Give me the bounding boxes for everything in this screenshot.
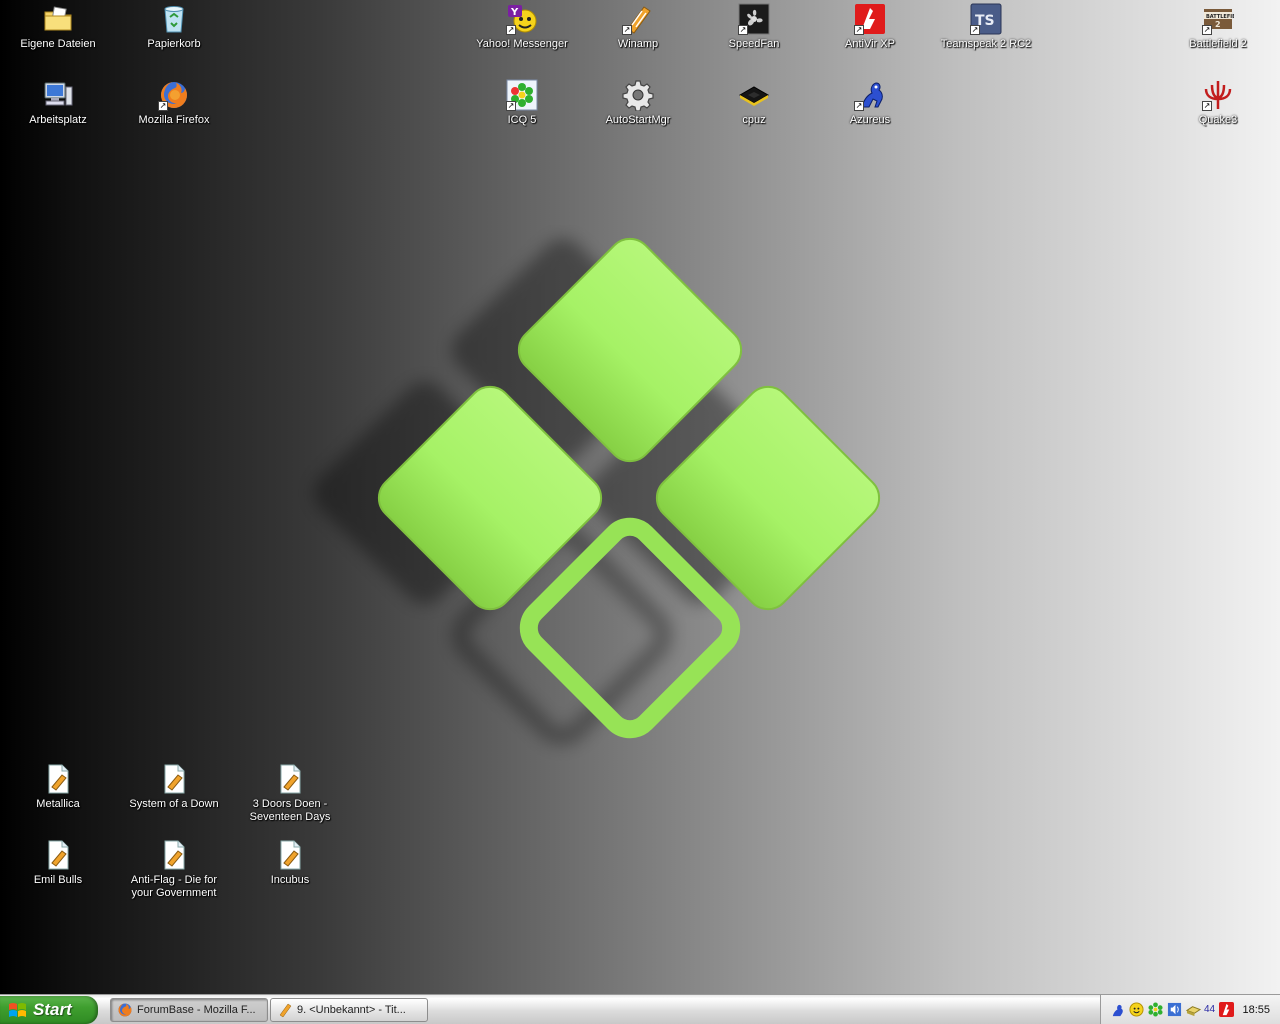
desktop-icon-label: Mozilla Firefox bbox=[138, 114, 210, 126]
shortcut-arrow-icon: ↗ bbox=[970, 25, 980, 35]
desktop-icon-label: Eigene Dateien bbox=[20, 38, 96, 50]
desktop-icon-label: cpuz bbox=[742, 114, 766, 126]
desktop-icon-arbeitsplatz[interactable]: Arbeitsplatz bbox=[8, 78, 108, 127]
taskbar-button-label: ForumBase - Mozilla F... bbox=[137, 1004, 256, 1016]
desktop-icon-label: Arbeitsplatz bbox=[29, 114, 87, 126]
desktop-icon-winamp[interactable]: ↗ Winamp bbox=[588, 2, 688, 51]
wallpaper-windows-logo bbox=[313, 237, 881, 746]
shortcut-arrow-icon: ↗ bbox=[506, 25, 516, 35]
icq-tray-icon[interactable] bbox=[1147, 1002, 1163, 1018]
shortcut-arrow-icon: ↗ bbox=[622, 25, 632, 35]
battlefield-icon: BATTLEFIELD2 ↗ bbox=[1201, 2, 1235, 36]
desktop-icon-mozilla-firefox[interactable]: ↗ Mozilla Firefox bbox=[124, 78, 224, 127]
taskbar: Start ForumBase - Mozilla F... 9. <Unbek… bbox=[0, 994, 1280, 1024]
playlist-file-icon bbox=[157, 838, 191, 872]
desktop-icon-system-of-a-down[interactable]: System of a Down bbox=[124, 762, 224, 811]
taskbar-button-firefox[interactable]: ForumBase - Mozilla F... bbox=[110, 998, 268, 1022]
desktop-icon-battlefield-2[interactable]: BATTLEFIELD2 ↗ Battlefield 2 bbox=[1168, 2, 1268, 51]
folder-documents-icon bbox=[41, 2, 75, 36]
desktop-icon-label: Azureus bbox=[849, 114, 891, 126]
desktop-icon-label: Battlefield 2 bbox=[1189, 38, 1247, 50]
desktop-icon-anti-flag[interactable]: Anti-Flag - Die for your Government bbox=[124, 838, 224, 900]
desktop-icon-label: AntiVir XP bbox=[845, 38, 895, 50]
shortcut-arrow-icon: ↗ bbox=[1202, 25, 1212, 35]
desktop-icon-label: Winamp bbox=[617, 38, 659, 50]
desktop-icon-quake3[interactable]: ↗ Quake3 bbox=[1168, 78, 1268, 127]
shortcut-arrow-icon: ↗ bbox=[738, 25, 748, 35]
desktop-icon-azureus[interactable]: ↗ Azureus bbox=[820, 78, 920, 127]
start-label: Start bbox=[33, 1000, 72, 1019]
winamp-icon bbox=[279, 1003, 292, 1018]
taskbar-button-winamp[interactable]: 9. <Unbekannt> - Tit... bbox=[270, 998, 428, 1022]
desktop-icon-incubus[interactable]: Incubus bbox=[240, 838, 340, 887]
desktop-icon-label: AutoStartMgr bbox=[605, 114, 671, 126]
desktop-icon-papierkorb[interactable]: Papierkorb bbox=[124, 2, 224, 51]
playlist-file-icon bbox=[41, 838, 75, 872]
desktop-icon-yahoo-messenger[interactable]: Y ↗ Yahoo! Messenger bbox=[472, 2, 572, 51]
quake-icon: ↗ bbox=[1201, 78, 1235, 112]
clock[interactable]: 18:55 bbox=[1242, 1004, 1280, 1016]
desktop-icon-antivir-xp[interactable]: ↗ AntiVir XP bbox=[820, 2, 920, 51]
playlist-file-icon bbox=[41, 762, 75, 796]
volume-icon[interactable] bbox=[1166, 1002, 1182, 1018]
firefox-icon bbox=[118, 1003, 132, 1017]
antivir-icon: ↗ bbox=[853, 2, 887, 36]
shortcut-arrow-icon: ↗ bbox=[854, 101, 864, 111]
yahoo-messenger-icon: Y ↗ bbox=[505, 2, 539, 36]
gear-icon bbox=[621, 78, 655, 112]
desktop-icon-label: Papierkorb bbox=[147, 38, 201, 50]
network-icon[interactable] bbox=[1185, 1002, 1201, 1018]
start-button[interactable]: Start bbox=[0, 996, 98, 1024]
desktop: Eigene Dateien Papierkorb Arbeitsplatz ↗… bbox=[0, 0, 1280, 994]
svg-text:Y: Y bbox=[510, 7, 519, 18]
winamp-icon: ↗ bbox=[621, 2, 655, 36]
system-tray: 44 18:55 bbox=[1100, 995, 1280, 1024]
playlist-file-icon bbox=[273, 762, 307, 796]
taskbar-button-label: 9. <Unbekannt> - Tit... bbox=[297, 1004, 406, 1016]
icq-icon: ↗ bbox=[505, 78, 539, 112]
desktop-icon-icq[interactable]: ↗ ICQ 5 bbox=[472, 78, 572, 127]
desktop-icon-emil-bulls[interactable]: Emil Bulls bbox=[8, 838, 108, 887]
desktop-icon-label: Quake3 bbox=[1198, 114, 1238, 126]
yahoo-tray-icon[interactable] bbox=[1128, 1002, 1144, 1018]
desktop-icon-cpuz[interactable]: cpuz bbox=[704, 78, 804, 127]
desktop-icon-eigene-dateien[interactable]: Eigene Dateien bbox=[8, 2, 108, 51]
shortcut-arrow-icon: ↗ bbox=[158, 101, 168, 111]
desktop-icon-metallica[interactable]: Metallica bbox=[8, 762, 108, 811]
desktop-icon-label: Teamspeak 2 RC2 bbox=[940, 38, 1032, 50]
windows-flag-icon bbox=[9, 1003, 26, 1017]
desktop-icon-label: Yahoo! Messenger bbox=[476, 38, 568, 50]
speedfan-icon: ↗ bbox=[737, 2, 771, 36]
svg-text:2: 2 bbox=[1215, 20, 1221, 29]
chip-icon bbox=[737, 78, 771, 112]
desktop-icon-3-doors-doen[interactable]: 3 Doors Doen - Seventeen Days bbox=[240, 762, 340, 824]
desktop-icon-autostartmgr[interactable]: AutoStartMgr bbox=[588, 78, 688, 127]
desktop-icon-label: System of a Down bbox=[129, 798, 219, 810]
recycle-bin-icon bbox=[157, 2, 191, 36]
desktop-icon-label: Anti-Flag - Die for your Government bbox=[130, 874, 218, 899]
azureus-tray-icon[interactable] bbox=[1109, 1002, 1125, 1018]
firefox-icon: ↗ bbox=[157, 78, 191, 112]
teamspeak-icon: TS ↗ bbox=[969, 2, 1003, 36]
tray-badge: 44 bbox=[1204, 1004, 1216, 1015]
desktop-icon-speedfan[interactable]: ↗ SpeedFan bbox=[704, 2, 804, 51]
desktop-icon-label: ICQ 5 bbox=[507, 114, 537, 126]
my-computer-icon bbox=[41, 78, 75, 112]
desktop-icon-label: Emil Bulls bbox=[33, 874, 83, 886]
azureus-frog-icon: ↗ bbox=[853, 78, 887, 112]
shortcut-arrow-icon: ↗ bbox=[1202, 101, 1212, 111]
playlist-file-icon bbox=[157, 762, 191, 796]
desktop-icon-teamspeak[interactable]: TS ↗ Teamspeak 2 RC2 bbox=[936, 2, 1036, 51]
shortcut-arrow-icon: ↗ bbox=[854, 25, 864, 35]
antivir-tray-icon[interactable] bbox=[1218, 1002, 1234, 1018]
desktop-icon-label: 3 Doors Doen - Seventeen Days bbox=[249, 798, 331, 823]
playlist-file-icon bbox=[273, 838, 307, 872]
desktop-icon-label: SpeedFan bbox=[728, 38, 780, 50]
shortcut-arrow-icon: ↗ bbox=[506, 101, 516, 111]
desktop-icon-label: Incubus bbox=[270, 874, 310, 886]
desktop-icon-label: Metallica bbox=[36, 798, 80, 810]
